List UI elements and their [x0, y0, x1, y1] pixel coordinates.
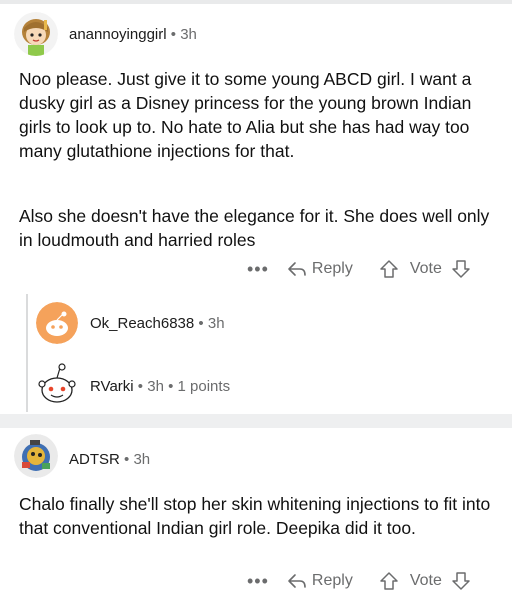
cartoon-girl-avatar[interactable]	[14, 12, 58, 56]
reply1-username[interactable]: Ok_Reach6838	[90, 315, 194, 332]
downvote-arrow-icon[interactable]	[451, 259, 471, 279]
comment2-actions: ••• Reply Vote	[247, 568, 471, 594]
snoo-avatar[interactable]	[36, 362, 78, 406]
comment1-meta: anannoyinggirl • 3h	[69, 26, 197, 43]
thread-line[interactable]	[26, 294, 28, 412]
reply2-points: 1 points	[177, 378, 231, 395]
top-separator	[0, 0, 512, 4]
reply2-dot-2: •	[168, 378, 174, 395]
comment1-dot: •	[170, 26, 177, 43]
comment1-reply-label: Reply	[311, 260, 353, 277]
reply-arrow-icon	[288, 574, 306, 588]
reply-arrow-icon	[288, 262, 306, 276]
reply1-time: 3h	[207, 315, 225, 332]
comment2-meta: ADTSR • 3h	[69, 451, 150, 468]
comment2-vote: Vote	[379, 571, 471, 591]
comment2-more-button[interactable]: •••	[247, 571, 269, 592]
comment1-vote: Vote	[379, 259, 471, 279]
upvote-arrow-icon[interactable]	[379, 259, 399, 279]
comment2-vote-label: Vote	[409, 572, 442, 589]
comment2-dot: •	[124, 451, 130, 468]
reply1-meta: Ok_Reach6838 • 3h	[90, 315, 225, 332]
comment1-vote-label: Vote	[409, 260, 442, 277]
reply2-time: 3h	[147, 378, 164, 395]
reply2-dot: •	[137, 378, 144, 395]
reply2-meta: RVarki • 3h • 1 points	[90, 378, 230, 395]
comment2-reply-label: Reply	[311, 572, 353, 589]
orange-snoo-avatar[interactable]	[36, 302, 78, 344]
upvote-arrow-icon[interactable]	[379, 571, 399, 591]
comment2-username[interactable]: ADTSR	[69, 451, 120, 468]
comment2-paragraph-1: Chalo finally she'll stop her skin white…	[19, 494, 491, 538]
reply1-dot: •	[198, 315, 204, 332]
comment1-paragraph-2: Also she doesn't have the elegance for i…	[19, 206, 490, 250]
comment1-reply-button[interactable]: Reply	[287, 260, 353, 278]
comment-separator	[0, 414, 512, 428]
comment1-username[interactable]: anannoyinggirl	[69, 26, 167, 43]
comment1-time: 3h	[180, 26, 197, 43]
robot-avatar[interactable]	[14, 434, 58, 478]
comment1-actions: ••• Reply Vote	[247, 256, 471, 282]
reply2-username[interactable]: RVarki	[90, 378, 134, 395]
comment2-time: 3h	[133, 451, 151, 468]
comment2-reply-button[interactable]: Reply	[287, 572, 353, 590]
downvote-arrow-icon[interactable]	[451, 571, 471, 591]
comment1-more-button[interactable]: •••	[247, 259, 269, 280]
comment1-paragraph-1: Noo please. Just give it to some young A…	[19, 69, 472, 161]
